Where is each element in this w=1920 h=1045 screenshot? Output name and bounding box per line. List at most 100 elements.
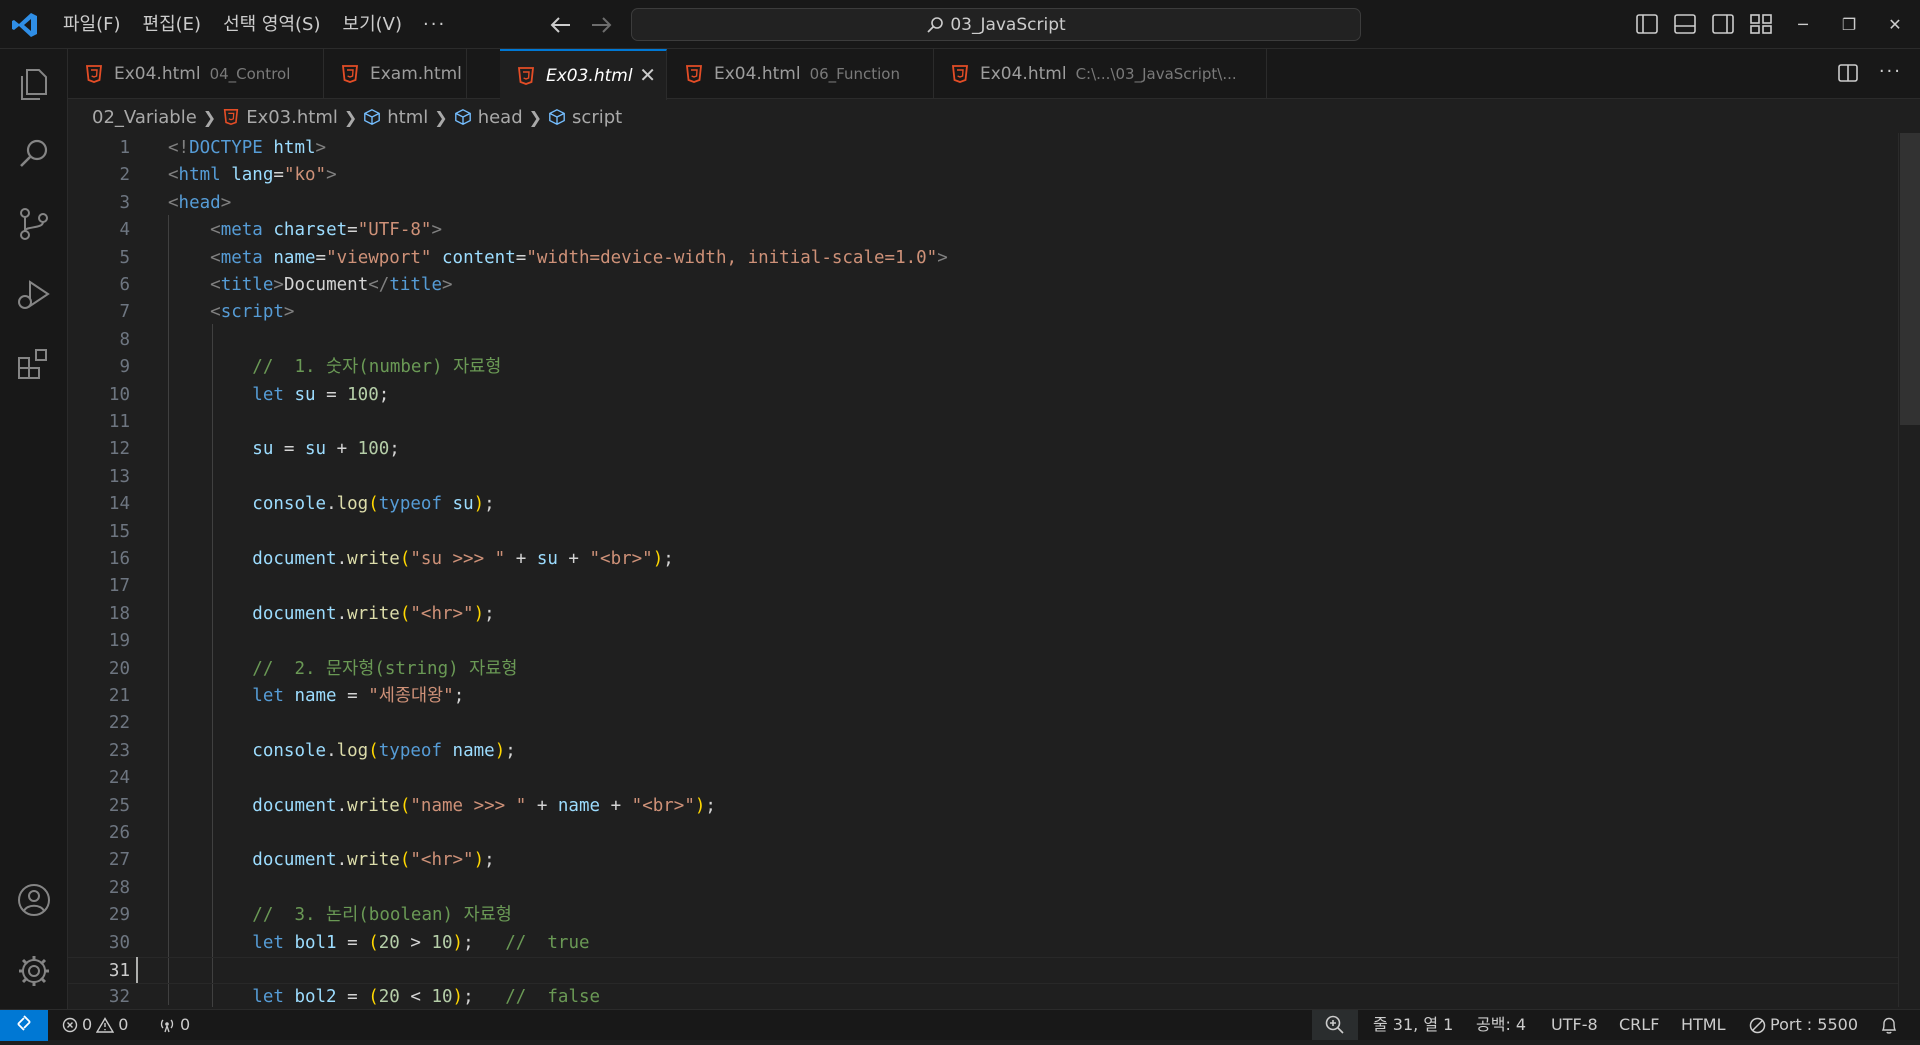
code-text: let name = "세종대왕"; — [252, 686, 465, 706]
close-window-icon[interactable]: ✕ — [1872, 0, 1918, 49]
code-line[interactable]: 2 <html lang="ko"> — [68, 162, 1898, 189]
code-line[interactable]: 8 — [68, 327, 1898, 354]
code-line[interactable]: 30 let bol1 = (20 > 10); // true — [68, 930, 1898, 957]
code-text: <meta charset="UTF-8"> — [210, 220, 443, 241]
code-line[interactable]: 13 — [68, 464, 1898, 491]
code-line[interactable]: 14 console.log(typeof su); — [68, 491, 1898, 518]
code-text: // 3. 논리(boolean) 자료형 — [252, 905, 512, 926]
tab-ex03-active[interactable]: Ex03.html ✕ — [500, 49, 667, 100]
code-line[interactable]: 22 — [68, 710, 1898, 737]
split-editor-icon[interactable] — [1837, 62, 1859, 84]
code-line[interactable]: 20 // 2. 문자형(string) 자료형 — [68, 656, 1898, 683]
code-line[interactable]: 23 console.log(typeof name); — [68, 738, 1898, 765]
account-icon[interactable] — [14, 880, 54, 920]
toggle-primary-sidebar-icon[interactable] — [1634, 10, 1660, 38]
ports-indicator[interactable]: 0 — [158, 1010, 190, 1040]
encoding-setting[interactable]: UTF-8 — [1551, 1010, 1598, 1040]
code-line[interactable]: 32 let bol2 = (20 < 10); // false — [68, 984, 1898, 1007]
explorer-icon[interactable] — [14, 64, 54, 104]
menu-file[interactable]: 파일(F) — [52, 0, 132, 49]
code-line[interactable]: 26 — [68, 820, 1898, 847]
code-line[interactable]: 27 document.write("<hr>"); — [68, 847, 1898, 874]
activity-bar — [0, 49, 68, 1010]
arrow-right-icon[interactable] — [588, 12, 614, 38]
line-number: 30 — [108, 932, 130, 953]
breadcrumb-item-head[interactable]: head — [478, 107, 523, 128]
code-line[interactable]: 18 document.write("<hr>"); — [68, 601, 1898, 628]
line-number: 5 — [119, 247, 130, 268]
settings-gear-icon[interactable] — [14, 951, 54, 991]
code-line[interactable]: 29 // 3. 논리(boolean) 자료형 — [68, 902, 1898, 929]
code-line[interactable]: 19 — [68, 628, 1898, 655]
code-line[interactable]: 1 <!DOCTYPE html> — [68, 135, 1898, 162]
notifications-bell-icon[interactable] — [1880, 1016, 1898, 1035]
language-mode[interactable]: HTML — [1681, 1010, 1726, 1040]
code-line[interactable]: 21 let name = "세종대왕"; — [68, 683, 1898, 710]
live-server-port[interactable]: Port : 5500 — [1749, 1010, 1858, 1040]
chevron-right-icon: ❯ — [434, 107, 448, 127]
toggle-secondary-sidebar-icon[interactable] — [1710, 10, 1736, 38]
code-line[interactable]: 7 <script> — [68, 299, 1898, 326]
code-line[interactable]: 25 document.write("name >>> " + name + "… — [68, 793, 1898, 820]
code-text: <script> — [210, 302, 295, 323]
code-line[interactable]: 31 — [68, 957, 1898, 985]
extensions-icon[interactable] — [14, 344, 54, 384]
tab-description: C:\...\03_JavaScript\... — [1075, 65, 1237, 83]
vscode-logo-icon[interactable] — [10, 10, 40, 40]
indentation-setting[interactable]: 공백: 4 — [1476, 1010, 1526, 1040]
command-center[interactable]: 03_JavaScript — [631, 8, 1361, 41]
code-line[interactable]: 11 — [68, 409, 1898, 436]
customize-layout-icon[interactable] — [1748, 10, 1774, 38]
cursor-position[interactable]: 줄 31, 열 1 — [1373, 1010, 1453, 1040]
code-line[interactable]: 17 — [68, 573, 1898, 600]
menu-view[interactable]: 보기(V) — [332, 0, 413, 49]
chevron-right-icon: ❯ — [202, 107, 217, 127]
code-line[interactable]: 15 — [68, 519, 1898, 546]
restore-icon[interactable]: ❐ — [1826, 0, 1872, 49]
status-bar: 0 0 0 줄 31, 열 1 공백: 4 UTF-8 CRLF HTML Po… — [0, 1009, 1920, 1041]
eol-setting[interactable]: CRLF — [1619, 1010, 1659, 1040]
line-number: 25 — [108, 795, 130, 816]
close-icon[interactable]: ✕ — [639, 63, 656, 87]
menu-more-button[interactable]: ··· — [413, 14, 456, 35]
code-line[interactable]: 3 <head> — [68, 190, 1898, 217]
code-line[interactable]: 6 <title>Document</title> — [68, 272, 1898, 299]
menu-selection[interactable]: 선택 영역(S) — [212, 0, 331, 49]
warning-icon — [96, 1017, 115, 1033]
breadcrumb-item-script[interactable]: script — [572, 107, 622, 128]
scrollbar-thumb[interactable] — [1900, 133, 1920, 425]
code-line[interactable]: 16 document.write("su >>> " + su + "<br>… — [68, 546, 1898, 573]
code-line[interactable]: 9 // 1. 숫자(number) 자료형 — [68, 354, 1898, 381]
tab-ex04-function[interactable]: Ex04.html 06_Function — [668, 49, 934, 99]
code-line[interactable]: 24 — [68, 765, 1898, 792]
navigation-arrows — [548, 12, 614, 38]
source-control-icon[interactable] — [14, 204, 54, 244]
tab-ex04-javascript[interactable]: Ex04.html C:\...\03_JavaScript\... — [934, 49, 1267, 99]
toggle-panel-icon[interactable] — [1672, 10, 1698, 38]
search-icon[interactable] — [14, 134, 54, 174]
arrow-left-icon[interactable] — [548, 12, 574, 38]
code-line[interactable]: 12 su = su + 100; — [68, 436, 1898, 463]
breadcrumb: 02_Variable ❯ Ex03.html ❯ html ❯ head ❯ … — [68, 100, 622, 134]
breadcrumb-item-html[interactable]: html — [387, 107, 428, 128]
problems-indicator[interactable]: 0 0 — [62, 1010, 128, 1040]
breadcrumb-file[interactable]: Ex03.html — [246, 107, 338, 128]
tab-exam[interactable]: Exam.html — [324, 49, 467, 99]
code-text: document.write("<hr>"); — [252, 850, 495, 871]
more-actions-icon[interactable]: ··· — [1879, 62, 1902, 84]
code-text: <meta name="viewport" content="width=dev… — [210, 247, 948, 268]
zoom-indicator[interactable] — [1312, 1010, 1358, 1040]
run-debug-icon[interactable] — [14, 274, 54, 314]
code-line[interactable]: 10 let su = 100; — [68, 382, 1898, 409]
code-line[interactable]: 28 — [68, 875, 1898, 902]
tab-ex04-control[interactable]: Ex04.html 04_Control — [68, 49, 324, 99]
code-line[interactable]: 5 <meta name="viewport" content="width=d… — [68, 245, 1898, 272]
code-line[interactable]: 4 <meta charset="UTF-8"> — [68, 217, 1898, 244]
remote-indicator[interactable] — [0, 1010, 48, 1041]
menu-edit[interactable]: 편집(E) — [132, 0, 213, 49]
breadcrumb-folder[interactable]: 02_Variable — [92, 107, 197, 128]
minimize-icon[interactable]: ─ — [1780, 0, 1826, 49]
code-text: <!DOCTYPE html> — [168, 138, 327, 158]
code-text: <html lang="ko"> — [168, 165, 337, 186]
code-editor[interactable]: 1 <!DOCTYPE html> 2 <html lang="ko"> 3 <head>… — [68, 133, 1898, 1007]
